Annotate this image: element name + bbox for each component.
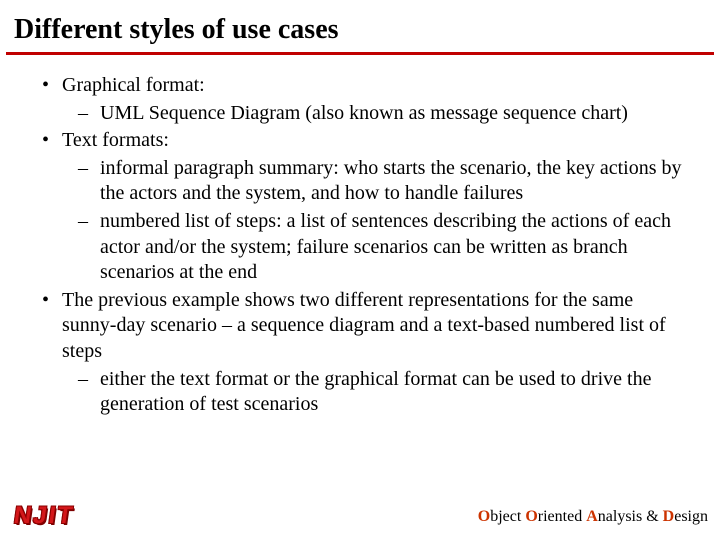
tagline-part: riented [538, 508, 586, 525]
bullet-text-formats: Text formats: informal paragraph summary… [42, 128, 692, 286]
accent-letter: O [525, 508, 537, 525]
tagline-part: esign [674, 508, 708, 525]
subbullet-numbered-steps: numbered list of steps: a list of senten… [62, 209, 692, 286]
njit-logo: NJIT [12, 502, 76, 530]
course-tagline: Object Oriented Analysis & Design [478, 508, 708, 526]
tagline-part: nalysis & [598, 508, 663, 525]
slide-content: Graphical format: UML Sequence Diagram (… [0, 55, 720, 418]
bullet-previous-example: The previous example shows two different… [42, 288, 692, 418]
bullet-text: The previous example shows two different… [62, 289, 666, 362]
tagline-part: bject [490, 508, 525, 525]
accent-letter: D [663, 508, 675, 525]
accent-letter: A [586, 508, 598, 525]
subbullet-uml-sequence: UML Sequence Diagram (also known as mess… [62, 101, 692, 127]
accent-letter: O [478, 508, 490, 525]
subbullet-either-format: either the text format or the graphical … [62, 367, 692, 418]
slide-title: Different styles of use cases [0, 0, 720, 52]
bullet-text: Graphical format: [62, 74, 205, 96]
bullet-graphical-format: Graphical format: UML Sequence Diagram (… [42, 73, 692, 126]
bullet-text: Text formats: [62, 129, 169, 151]
slide-footer: NJIT Object Oriented Analysis & Design [0, 500, 720, 530]
subbullet-informal-summary: informal paragraph summary: who starts t… [62, 156, 692, 207]
